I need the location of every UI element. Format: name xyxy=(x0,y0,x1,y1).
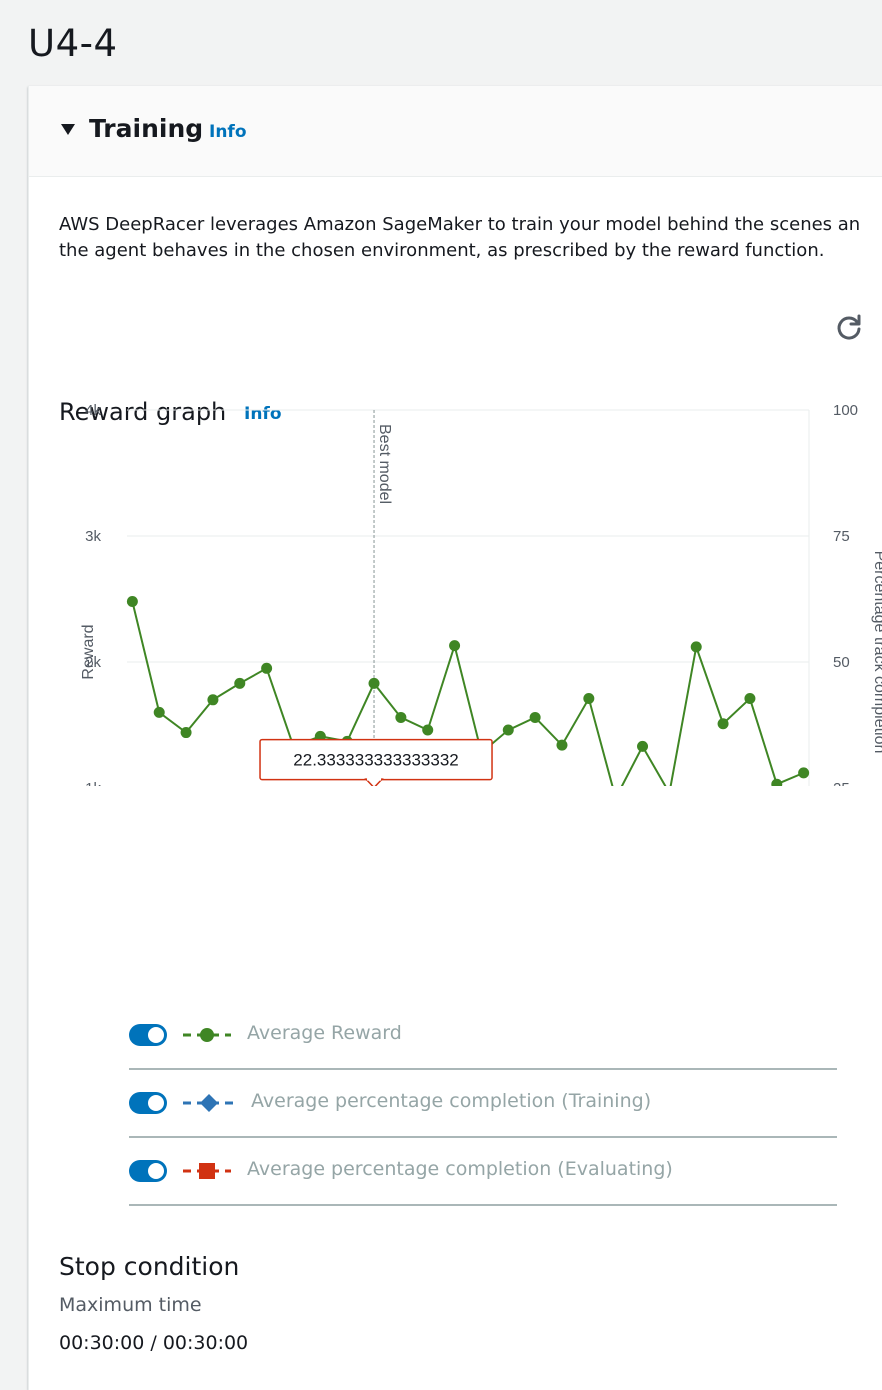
toggle-training[interactable] xyxy=(129,1092,167,1114)
stop-condition-title: Stop condition xyxy=(59,1252,240,1281)
tooltip-arrow-mask xyxy=(367,776,382,781)
reward-point xyxy=(395,711,407,723)
legend-marker-diamond-icon xyxy=(183,1094,235,1112)
reward-point xyxy=(798,767,810,779)
reward-point xyxy=(690,641,702,653)
reward-point xyxy=(637,740,649,752)
reward-point xyxy=(261,662,273,674)
reward-point xyxy=(234,677,246,689)
reward-point xyxy=(422,724,434,736)
legend-label-training: Average percentage completion (Training) xyxy=(251,1090,652,1112)
stop-condition-value: 00:30:00 / 00:30:00 xyxy=(59,1332,249,1354)
legend-marker-square-icon xyxy=(183,1163,231,1179)
y2-axis-label: Percentage track completion xyxy=(871,551,882,754)
legend-row-average-reward: Average Reward xyxy=(129,1002,837,1070)
reward-point xyxy=(717,718,729,730)
legend-row-training: Average percentage completion (Training) xyxy=(129,1070,837,1138)
reward-point xyxy=(180,727,192,739)
y-tick-label: 1k xyxy=(85,780,101,786)
y2-tick-label: 100 xyxy=(833,402,858,419)
toggle-evaluating[interactable] xyxy=(129,1160,167,1182)
reward-point xyxy=(368,677,380,689)
y-tick-label: 4k xyxy=(85,402,101,419)
legend-label-evaluating: Average percentage completion (Evaluatin… xyxy=(247,1158,673,1180)
y2-tick-label: 75 xyxy=(833,528,850,545)
reward-point xyxy=(529,711,541,723)
tooltip-text: 22.333333333333332 xyxy=(293,751,458,770)
reward-point xyxy=(556,739,568,751)
reward-point xyxy=(583,693,595,705)
reward-point xyxy=(153,706,165,718)
reward-point xyxy=(771,778,783,786)
reward-point xyxy=(502,724,514,736)
best-model-label: Best model xyxy=(376,424,393,504)
reward-point xyxy=(449,640,461,652)
training-panel: Training Info AWS DeepRacer leverages Am… xyxy=(28,86,882,1390)
y-axis-label: Reward xyxy=(80,624,97,679)
y-tick-label: 3k xyxy=(85,528,101,545)
legend-marker-circle-icon xyxy=(183,1028,231,1042)
reward-point xyxy=(126,596,138,608)
reward-chart: 01k2k3k4k0255075100255075100125Iteration… xyxy=(80,402,882,786)
reward-point xyxy=(744,693,756,705)
toggle-average-reward[interactable] xyxy=(129,1024,167,1046)
y2-tick-label: 50 xyxy=(833,654,850,671)
page-title: U4-4 xyxy=(28,22,118,65)
stop-condition-key: Maximum time xyxy=(59,1294,202,1316)
y2-tick-label: 25 xyxy=(833,780,850,786)
reward-point xyxy=(207,694,219,706)
legend-label-average-reward: Average Reward xyxy=(247,1022,402,1044)
legend-row-evaluating: Average percentage completion (Evaluatin… xyxy=(129,1138,837,1206)
